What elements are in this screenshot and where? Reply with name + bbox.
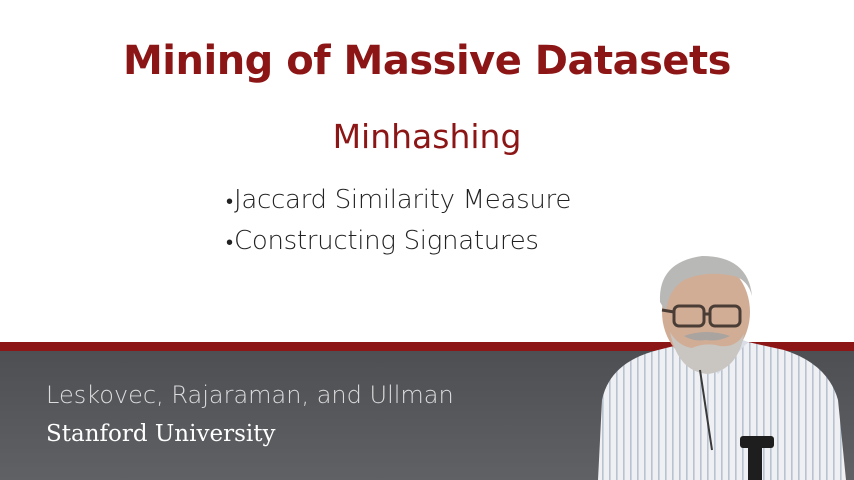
slide-title: Mining of Massive Datasets — [123, 38, 731, 84]
bullet-text: Constructing Signatures — [234, 226, 539, 256]
bullet-text: Jaccard Similarity Measure — [234, 185, 572, 215]
bullet-dot-icon: • — [226, 189, 233, 213]
bullet-item: •Jaccard Similarity Measure — [226, 180, 571, 221]
slide-subtitle: Minhashing — [332, 117, 522, 156]
bullet-dot-icon: • — [226, 230, 233, 254]
bullet-list: •Jaccard Similarity Measure •Constructin… — [226, 180, 571, 262]
authors-text: Leskovec, Rajaraman, and Ullman — [46, 381, 454, 409]
university-name: Stanford University — [46, 421, 276, 447]
video-frame: Mining of Massive Datasets Minhashing •J… — [0, 0, 854, 480]
bullet-item: •Constructing Signatures — [226, 221, 571, 262]
presenter-video — [598, 256, 846, 480]
